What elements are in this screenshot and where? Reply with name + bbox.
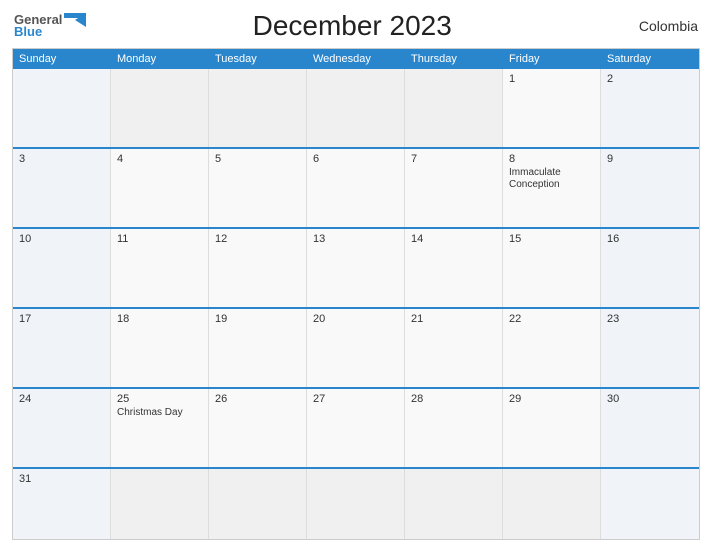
holiday-name: Immaculate Conception	[509, 167, 594, 191]
day-cell: 19	[209, 309, 307, 387]
week-row-3: 17 18 19 20 21 22 23	[13, 307, 699, 387]
day-cell: 12	[209, 229, 307, 307]
day-number: 22	[509, 313, 594, 325]
day-number: 16	[607, 233, 693, 245]
day-number: 17	[19, 313, 104, 325]
day-number: 1	[509, 73, 594, 85]
day-number: 27	[313, 393, 398, 405]
day-number: 11	[117, 233, 202, 245]
country-label: Colombia	[618, 18, 698, 34]
day-cell: 15	[503, 229, 601, 307]
day-cell: 2	[601, 69, 699, 147]
week-row-4: 24 25 Christmas Day 26 27 28 29 30	[13, 387, 699, 467]
day-cell: 25 Christmas Day	[111, 389, 209, 467]
holiday-name: Christmas Day	[117, 407, 202, 419]
day-cell: 3	[13, 149, 111, 227]
day-header-sunday: Sunday	[13, 49, 111, 69]
day-cell: 5	[209, 149, 307, 227]
day-cell: 13	[307, 229, 405, 307]
day-header-friday: Friday	[503, 49, 601, 69]
day-number: 15	[509, 233, 594, 245]
day-number: 4	[117, 153, 202, 165]
day-number: 8	[509, 153, 594, 165]
day-cell: 9	[601, 149, 699, 227]
day-cell	[307, 69, 405, 147]
day-number: 25	[117, 393, 202, 405]
day-cell: 8 Immaculate Conception	[503, 149, 601, 227]
calendar-page: General Blue December 2023 Colombia Sund…	[0, 0, 712, 550]
day-number: 21	[411, 313, 496, 325]
day-number: 2	[607, 73, 693, 85]
day-number: 10	[19, 233, 104, 245]
day-cell	[405, 69, 503, 147]
day-number: 20	[313, 313, 398, 325]
page-header: General Blue December 2023 Colombia	[12, 10, 700, 42]
week-row-0: 12	[13, 69, 699, 147]
day-cell: 16	[601, 229, 699, 307]
logo-blue: Blue	[14, 25, 42, 39]
day-header-wednesday: Wednesday	[307, 49, 405, 69]
day-cell	[503, 469, 601, 539]
day-cell	[209, 69, 307, 147]
day-header-monday: Monday	[111, 49, 209, 69]
day-cell: 14	[405, 229, 503, 307]
calendar-weeks: 12345678Immaculate Conception91011121314…	[13, 69, 699, 539]
day-cell: 21	[405, 309, 503, 387]
day-headers-row: SundayMondayTuesdayWednesdayThursdayFrid…	[13, 49, 699, 69]
day-number: 24	[19, 393, 104, 405]
day-cell	[405, 469, 503, 539]
day-cell: 18	[111, 309, 209, 387]
day-number: 9	[607, 153, 693, 165]
day-number: 6	[313, 153, 398, 165]
day-number: 31	[19, 473, 104, 485]
day-cell: 24	[13, 389, 111, 467]
day-number: 7	[411, 153, 496, 165]
day-cell	[601, 469, 699, 539]
day-cell	[307, 469, 405, 539]
day-cell: 20	[307, 309, 405, 387]
day-cell: 31	[13, 469, 111, 539]
week-row-1: 3 4 5 6 7 8 Immaculate Conception 9	[13, 147, 699, 227]
day-cell: 28	[405, 389, 503, 467]
day-cell	[13, 69, 111, 147]
day-cell	[209, 469, 307, 539]
day-header-saturday: Saturday	[601, 49, 699, 69]
day-cell: 27	[307, 389, 405, 467]
day-number: 30	[607, 393, 693, 405]
day-number: 5	[215, 153, 300, 165]
week-row-5: 31	[13, 467, 699, 539]
day-number: 3	[19, 153, 104, 165]
day-cell	[111, 69, 209, 147]
day-number: 19	[215, 313, 300, 325]
page-title: December 2023	[86, 10, 618, 42]
day-number: 14	[411, 233, 496, 245]
day-header-thursday: Thursday	[405, 49, 503, 69]
week-row-2: 10 11 12 13 14 15 16	[13, 227, 699, 307]
day-cell: 7	[405, 149, 503, 227]
day-number: 18	[117, 313, 202, 325]
day-number: 23	[607, 313, 693, 325]
day-cell: 10	[13, 229, 111, 307]
day-number: 13	[313, 233, 398, 245]
day-header-tuesday: Tuesday	[209, 49, 307, 69]
day-cell: 6	[307, 149, 405, 227]
day-cell: 26	[209, 389, 307, 467]
calendar-grid: SundayMondayTuesdayWednesdayThursdayFrid…	[12, 48, 700, 540]
day-cell: 1	[503, 69, 601, 147]
day-cell: 30	[601, 389, 699, 467]
day-cell: 4	[111, 149, 209, 227]
day-cell	[111, 469, 209, 539]
day-cell: 17	[13, 309, 111, 387]
logo-flag-icon	[64, 13, 86, 27]
logo: General Blue	[14, 13, 86, 40]
day-cell: 22	[503, 309, 601, 387]
day-number: 29	[509, 393, 594, 405]
day-number: 26	[215, 393, 300, 405]
day-cell: 29	[503, 389, 601, 467]
day-cell: 23	[601, 309, 699, 387]
day-cell: 11	[111, 229, 209, 307]
day-number: 12	[215, 233, 300, 245]
day-number: 28	[411, 393, 496, 405]
